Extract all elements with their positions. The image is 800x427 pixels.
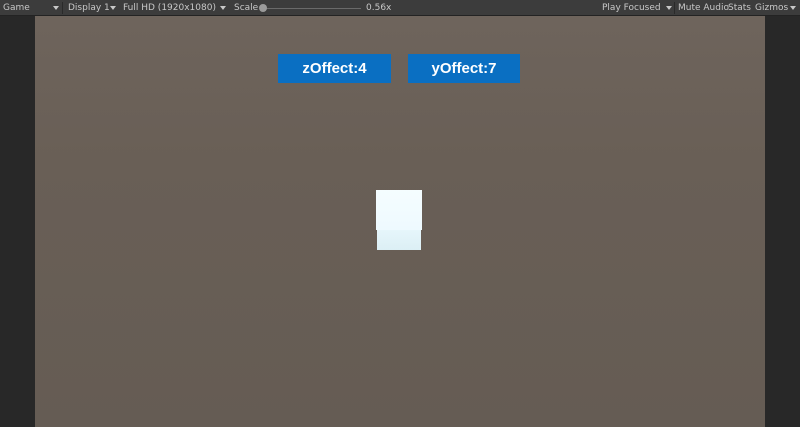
display-label: Display 1	[68, 3, 110, 13]
viewport-letterbox-left	[0, 16, 35, 427]
mute-audio-label: Mute Audio	[678, 3, 729, 13]
stats-toggle[interactable]: Stats	[728, 0, 751, 16]
chevron-down-icon[interactable]	[666, 6, 672, 10]
game-view-toolbar: Game Display 1 Full HD (1920x1080) Scale…	[0, 0, 800, 16]
scale-value: 0.56x	[366, 3, 392, 13]
z-offset-label: zOffect:4	[302, 60, 367, 77]
scale-slider-track[interactable]	[263, 8, 361, 9]
play-focused-label: Play Focused	[602, 3, 661, 13]
game-view-dropdown[interactable]: Game	[3, 0, 30, 16]
z-offset-button[interactable]: zOffect:4	[278, 54, 391, 83]
gizmos-toggle[interactable]: Gizmos	[755, 0, 788, 16]
display-dropdown[interactable]: Display 1	[68, 0, 110, 16]
y-offset-button[interactable]: yOffect:7	[408, 54, 520, 83]
game-view-label: Game	[3, 3, 30, 13]
viewport-letterbox-right	[765, 16, 800, 427]
cube-object	[376, 190, 422, 250]
y-offset-label: yOffect:7	[431, 60, 497, 77]
toolbar-divider	[62, 2, 63, 14]
scale-label: Scale	[234, 3, 259, 13]
play-focused-dropdown[interactable]: Play Focused	[602, 0, 661, 16]
chevron-down-icon[interactable]	[790, 6, 796, 10]
toolbar-divider	[674, 2, 675, 14]
resolution-label: Full HD (1920x1080)	[123, 3, 216, 13]
resolution-dropdown[interactable]: Full HD (1920x1080)	[123, 0, 216, 16]
game-viewport[interactable]: zOffect:4 yOffect:7	[35, 16, 765, 427]
stats-label: Stats	[728, 3, 751, 13]
chevron-down-icon[interactable]	[53, 6, 59, 10]
chevron-down-icon[interactable]	[220, 6, 226, 10]
chevron-down-icon[interactable]	[110, 6, 116, 10]
gizmos-label: Gizmos	[755, 3, 789, 13]
scale-slider-handle[interactable]	[259, 4, 267, 12]
cube-face-front	[376, 190, 422, 230]
cube-face-bottom	[377, 230, 421, 250]
mute-audio-toggle[interactable]: Mute Audio	[678, 0, 729, 16]
